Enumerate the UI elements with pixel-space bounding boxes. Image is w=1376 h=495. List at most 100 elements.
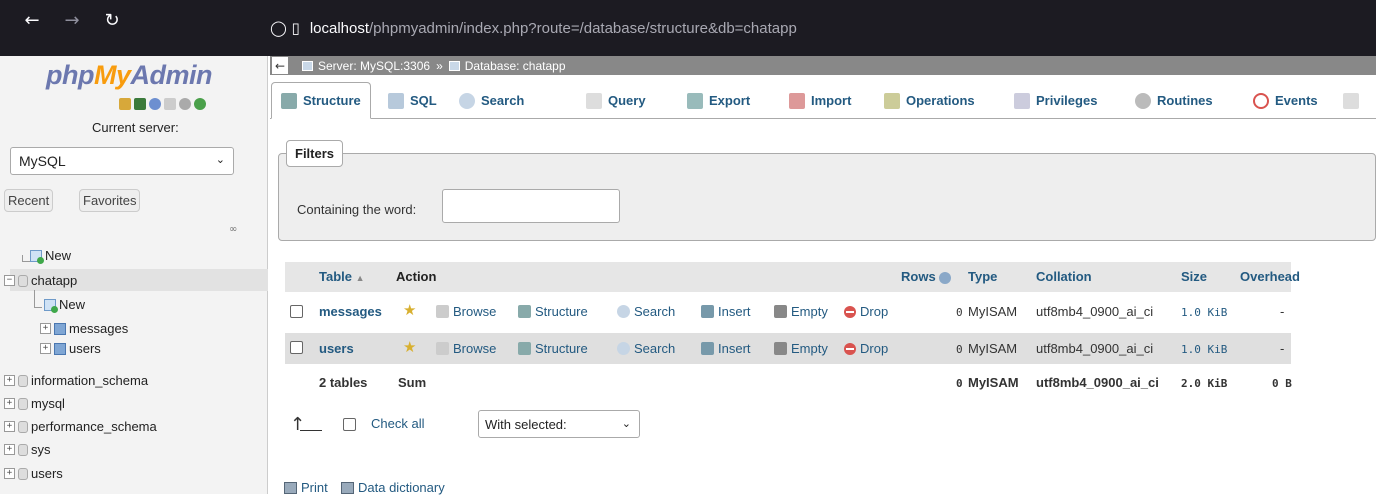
tree-db-information-schema[interactable]: + information_schema <box>4 373 148 388</box>
search-action[interactable]: Search <box>617 341 675 356</box>
table-name-link[interactable]: users <box>319 341 354 356</box>
row-checkbox[interactable] <box>290 305 303 318</box>
tab-export[interactable]: Export <box>678 82 759 119</box>
structure-action[interactable]: Structure <box>518 341 588 356</box>
expand-icon[interactable]: + <box>4 444 15 455</box>
reload-nav-icon[interactable] <box>194 98 206 110</box>
browse-action[interactable]: Browse <box>436 341 496 356</box>
phpmyadmin-logo[interactable]: phpMyAdmin <box>46 60 212 91</box>
star-icon[interactable]: ★ <box>403 301 416 319</box>
tree-db-mysql[interactable]: + mysql <box>4 396 65 411</box>
recent-tab[interactable]: Recent <box>4 189 54 212</box>
header-rows[interactable]: Rows <box>901 269 952 284</box>
tab-operations[interactable]: Operations <box>875 82 984 119</box>
sum-overhead: 0 B <box>1272 377 1292 390</box>
forward-arrow-icon[interactable]: → <box>58 6 86 34</box>
insert-action[interactable]: Insert <box>701 304 751 319</box>
expand-icon[interactable]: + <box>4 421 15 432</box>
header-type[interactable]: Type <box>968 269 997 284</box>
tree-chatapp-new[interactable]: New <box>44 297 85 313</box>
tab-search[interactable]: Search <box>450 82 533 119</box>
table-icon <box>54 322 66 335</box>
collapse-icon[interactable]: − <box>4 275 15 286</box>
reload-icon[interactable]: ↻ <box>98 6 126 34</box>
tree-db-chatapp[interactable]: − chatapp <box>4 273 77 288</box>
expand-icon[interactable]: + <box>4 375 15 386</box>
tree-table-users[interactable]: + users <box>40 341 101 356</box>
header-table[interactable]: Table ▲ <box>319 269 365 284</box>
tab-structure[interactable]: Structure <box>271 82 371 119</box>
url-bar[interactable]: ◯ ▯ localhost /phpmyadmin/index.php?rout… <box>262 8 1376 48</box>
tree-table-messages[interactable]: + messages <box>40 321 128 336</box>
table-name-link[interactable]: messages <box>319 304 382 319</box>
print-link[interactable]: Print <box>284 480 328 495</box>
structure-icon <box>281 92 297 109</box>
search-icon <box>459 92 475 109</box>
current-server-label: Current server: <box>92 120 179 135</box>
tab-import[interactable]: Import <box>780 82 860 119</box>
tree-db-users[interactable]: + users <box>4 466 63 481</box>
exit-icon[interactable] <box>134 98 146 110</box>
page-info-icon[interactable]: ◯ ▯ <box>270 19 300 37</box>
expand-icon[interactable]: + <box>4 468 15 479</box>
expand-icon[interactable]: + <box>40 323 51 334</box>
tab-events[interactable]: Events <box>1244 82 1327 119</box>
data-dictionary-link[interactable]: Data dictionary <box>341 480 445 495</box>
with-selected-dropdown[interactable]: With selected: ⌄ <box>478 410 640 438</box>
engine-type: MyISAM <box>968 304 1018 319</box>
drop-action[interactable]: Drop <box>844 304 888 319</box>
tab-privileges[interactable]: Privileges <box>1005 82 1106 119</box>
link-with-main-panel-icon[interactable]: ∞ <box>229 224 237 235</box>
insert-action[interactable]: Insert <box>701 341 751 356</box>
help-icon[interactable] <box>149 98 161 110</box>
tree-db-sys[interactable]: + sys <box>4 442 51 457</box>
drop-icon <box>844 342 856 355</box>
sum-label: Sum <box>398 375 427 390</box>
browse-icon <box>436 342 449 355</box>
browse-action[interactable]: Browse <box>436 304 496 319</box>
server-select[interactable]: MySQL ⌄ <box>10 147 234 175</box>
tab-routines[interactable]: Routines <box>1126 82 1222 119</box>
settings-icon[interactable] <box>179 98 191 110</box>
home-icon[interactable] <box>119 98 131 110</box>
browser-toolbar: ← → ↻ ◯ ▯ localhost /phpmyadmin/index.ph… <box>0 0 1376 56</box>
header-overhead[interactable]: Overhead <box>1240 269 1300 284</box>
search-action[interactable]: Search <box>617 304 675 319</box>
expand-icon[interactable]: + <box>40 343 51 354</box>
drop-action[interactable]: Drop <box>844 341 888 356</box>
header-collation[interactable]: Collation <box>1036 269 1092 284</box>
breadcrumb-server[interactable]: Server: MySQL:3306 <box>318 59 430 73</box>
tab-sql[interactable]: SQL <box>379 82 446 119</box>
empty-action[interactable]: Empty <box>774 304 828 319</box>
privileges-icon <box>1014 92 1030 109</box>
check-all-checkbox[interactable] <box>343 418 356 431</box>
chevron-down-icon: ⌄ <box>621 417 631 430</box>
back-arrow-icon[interactable]: ← <box>18 6 46 34</box>
sidebar-quick-icons <box>119 98 206 110</box>
empty-action[interactable]: Empty <box>774 341 828 356</box>
tree-db-performance-schema[interactable]: + performance_schema <box>4 419 157 434</box>
check-all-label[interactable]: Check all <box>371 416 424 431</box>
star-icon[interactable]: ★ <box>403 338 416 356</box>
search-icon <box>617 305 630 318</box>
row-checkbox[interactable] <box>290 341 303 354</box>
breadcrumb: ← Server: MySQL:3306 » Database: chatapp <box>270 56 1376 75</box>
help-icon[interactable] <box>939 271 952 284</box>
database-icon <box>18 274 28 287</box>
structure-action[interactable]: Structure <box>518 304 588 319</box>
database-icon <box>18 443 28 456</box>
size-value[interactable]: 1.0 KiB <box>1181 343 1227 356</box>
breadcrumb-database[interactable]: Database: chatapp <box>465 59 566 73</box>
collapse-sidebar-icon[interactable]: ← <box>272 57 288 74</box>
tab-more[interactable] <box>1334 82 1368 119</box>
favorites-tab[interactable]: Favorites <box>79 189 141 212</box>
docs-icon[interactable] <box>164 98 176 110</box>
filter-input[interactable] <box>442 189 620 223</box>
header-size[interactable]: Size <box>1181 269 1207 284</box>
sql-icon <box>388 92 404 109</box>
tab-query[interactable]: Query <box>577 82 655 119</box>
expand-icon[interactable]: + <box>4 398 15 409</box>
tree-new-database[interactable]: New <box>30 248 71 264</box>
size-value[interactable]: 1.0 KiB <box>1181 306 1227 319</box>
database-icon <box>18 420 28 433</box>
